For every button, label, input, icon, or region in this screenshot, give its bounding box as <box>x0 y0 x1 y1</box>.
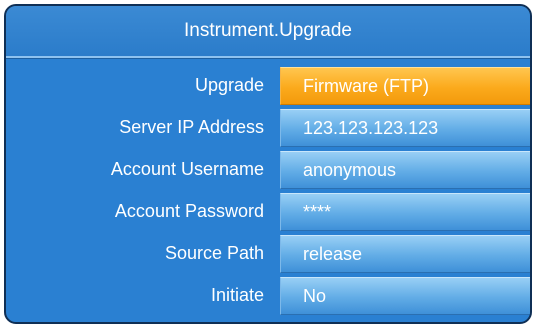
row-upgrade: Upgrade Firmware (FTP) <box>6 64 530 106</box>
source-path-field[interactable]: release <box>280 235 530 273</box>
initiate-field[interactable]: No <box>280 277 530 315</box>
row-account-password: Account Password **** <box>6 190 530 232</box>
instrument-screen: Instrument.Upgrade Upgrade Firmware (FTP… <box>4 4 532 324</box>
account-password-label: Account Password <box>114 200 264 221</box>
account-username-field[interactable]: anonymous <box>280 151 530 189</box>
upgrade-label: Upgrade <box>194 74 264 95</box>
server-ip-address-field[interactable]: 123.123.123.123 <box>280 109 530 147</box>
page-title: Instrument.Upgrade <box>6 6 530 58</box>
initiate-label: Initiate <box>210 284 264 305</box>
row-initiate: Initiate No <box>6 274 530 316</box>
account-password-field[interactable]: **** <box>280 193 530 231</box>
upgrade-field[interactable]: Firmware (FTP) <box>280 67 530 105</box>
source-path-label: Source Path <box>164 242 264 263</box>
row-server-ip-address: Server IP Address 123.123.123.123 <box>6 106 530 148</box>
server-ip-address-label: Server IP Address <box>119 116 264 137</box>
row-source-path: Source Path release <box>6 232 530 274</box>
row-account-username: Account Username anonymous <box>6 148 530 190</box>
account-username-label: Account Username <box>110 158 264 179</box>
